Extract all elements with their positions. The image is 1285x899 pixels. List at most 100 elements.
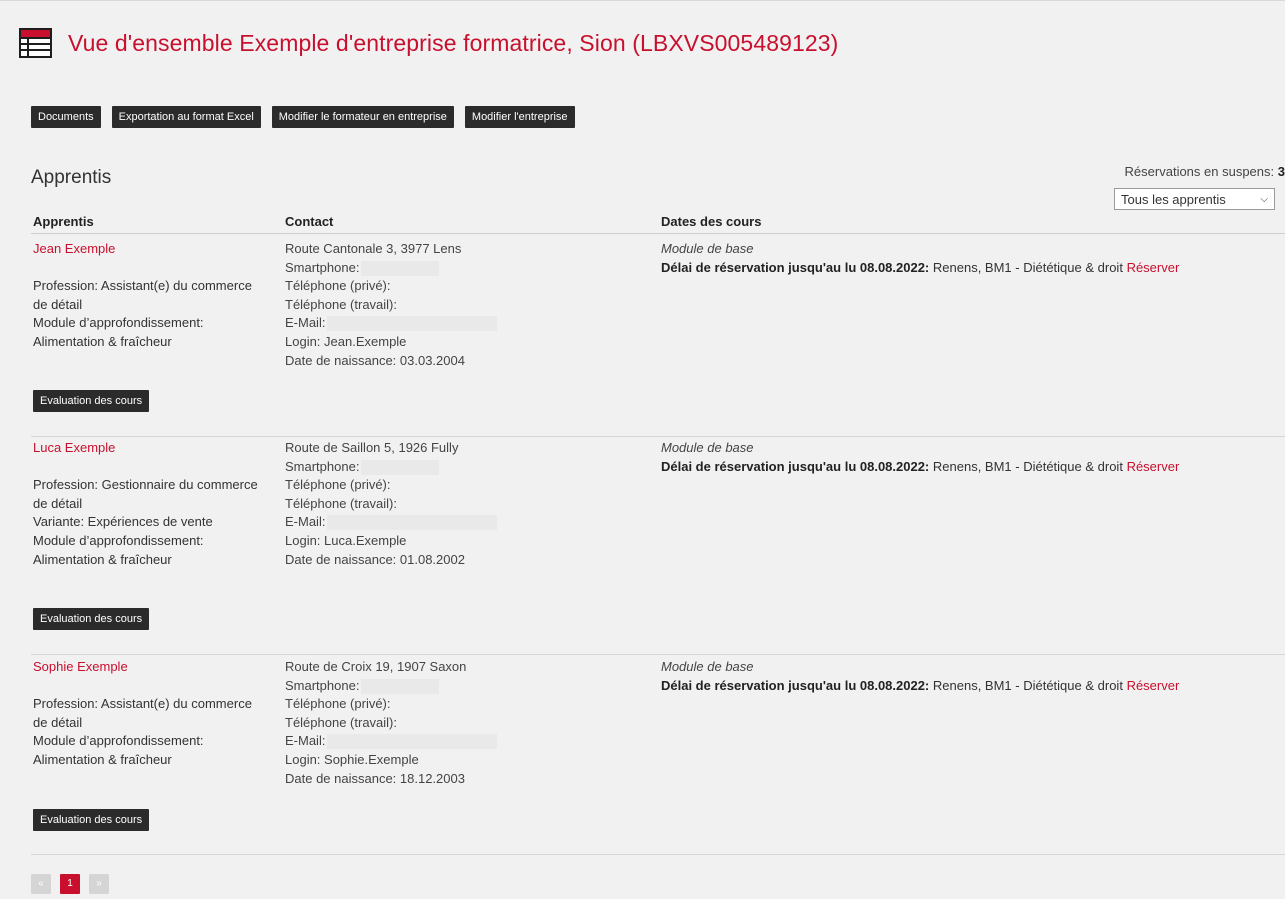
filter-value: Tous les apprentis [1121, 191, 1226, 207]
apprentice-name-link[interactable]: Jean Exemple [33, 240, 281, 259]
reserve-link[interactable]: Réserver [1127, 678, 1180, 693]
email-line: E-Mail: [285, 732, 655, 751]
course-deadline: Délai de réservation jusqu'au lu 08.08.2… [661, 259, 1281, 278]
redacted-value [361, 459, 440, 475]
login: Login: Sophie.Exemple [285, 751, 419, 767]
detail-line: de détail [33, 296, 83, 312]
reserve-link[interactable]: Réserver [1127, 260, 1180, 275]
column-header-contact: Contact [285, 214, 334, 229]
deadline-label: Délai de réservation jusqu'au lu 08.08.2… [661, 458, 930, 474]
chevron-down-icon: ⌵ [1260, 193, 1268, 205]
smartphone-line: Smartphone: [285, 677, 655, 696]
apprentice-name-link[interactable]: Sophie Exemple [33, 658, 281, 677]
smartphone-label: Smartphone: [285, 458, 360, 474]
detail-line: Module d’approfondissement: [33, 733, 204, 749]
detail-line: Variante: Expériences de vente [33, 514, 213, 530]
edit-trainer-button[interactable]: Modifier le formateur en entreprise [271, 106, 454, 128]
course-deadline: Délai de réservation jusqu'au lu 08.08.2… [661, 458, 1281, 477]
detail-line: de détail [33, 495, 83, 511]
detail-line: Module d’approfondissement: [33, 315, 204, 331]
column-header-course-dates: Dates des cours [661, 214, 762, 229]
redacted-value [327, 515, 498, 531]
smartphone-line: Smartphone: [285, 458, 655, 477]
table-row: Luca Exemple Profession: Gestionnaire du… [31, 439, 1285, 654]
toolbar: Documents Exportation au format Excel Mo… [31, 106, 586, 128]
detail-line: Profession: Assistant(e) du commerce [33, 278, 252, 294]
course-text: Renens, BM1 - Diététique & droit [932, 458, 1123, 474]
course-module: Module de base [661, 659, 754, 674]
phone-work: Téléphone (travail): [285, 714, 397, 730]
pagination: « 1 » [31, 874, 118, 894]
course-module: Module de base [661, 241, 754, 256]
detail-line: Profession: Assistant(e) du commerce [33, 696, 252, 712]
detail-line: de détail [33, 714, 83, 730]
phone-private: Téléphone (privé): [285, 477, 391, 493]
login: Login: Luca.Exemple [285, 532, 407, 548]
table-icon [19, 28, 52, 58]
apprentice-name-link[interactable]: Luca Exemple [33, 439, 281, 458]
pagination-prev-button[interactable]: « [31, 874, 51, 894]
column-header-apprentice: Apprentis [33, 214, 94, 229]
course-dates-cell: Module de base Délai de réservation jusq… [661, 240, 1281, 277]
contact-cell: Route de Croix 19, 1907 Saxon Smartphone… [285, 658, 655, 788]
edit-company-button[interactable]: Modifier l'entreprise [464, 106, 575, 128]
course-dates-cell: Module de base Délai de réservation jusq… [661, 439, 1281, 476]
pending-count: 3 [1277, 164, 1285, 179]
apprentice-filter-select[interactable]: Tous les apprentis ⌵ [1114, 188, 1275, 210]
birthdate: Date de naissance: 03.03.2004 [285, 352, 465, 368]
email-line: E-Mail: [285, 314, 655, 333]
course-deadline: Délai de réservation jusqu'au lu 08.08.2… [661, 677, 1281, 696]
redacted-value [361, 678, 440, 694]
redacted-value [327, 734, 498, 750]
course-evaluation-button[interactable]: Evaluation des cours [33, 390, 150, 412]
smartphone-line: Smartphone: [285, 259, 655, 278]
smartphone-label: Smartphone: [285, 677, 360, 693]
birthdate: Date de naissance: 01.08.2002 [285, 551, 465, 567]
documents-button[interactable]: Documents [31, 106, 101, 128]
pagination-page-1[interactable]: 1 [60, 874, 80, 894]
address: Route de Saillon 5, 1926 Fully [285, 440, 459, 455]
login: Login: Jean.Exemple [285, 333, 407, 349]
row-divider [31, 436, 1285, 437]
course-dates-cell: Module de base Délai de réservation jusq… [661, 658, 1281, 695]
email-label: E-Mail: [285, 315, 326, 331]
phone-work: Téléphone (travail): [285, 296, 397, 312]
phone-private: Téléphone (privé): [285, 696, 391, 712]
row-divider [31, 854, 1285, 855]
row-divider [31, 654, 1285, 655]
header-divider [31, 233, 1285, 234]
redacted-value [361, 260, 440, 276]
smartphone-label: Smartphone: [285, 259, 360, 275]
deadline-label: Délai de réservation jusqu'au lu 08.08.2… [661, 677, 930, 693]
contact-cell: Route de Saillon 5, 1926 Fully Smartphon… [285, 439, 655, 569]
detail-line: Alimentation & fraîcheur [33, 751, 172, 767]
apprentice-cell: Luca Exemple Profession: Gestionnaire du… [33, 439, 281, 569]
detail-line: Alimentation & fraîcheur [33, 551, 172, 567]
deadline-label: Délai de réservation jusqu'au lu 08.08.2… [661, 259, 930, 275]
export-excel-button[interactable]: Exportation au format Excel [111, 106, 261, 128]
course-module: Module de base [661, 440, 754, 455]
phone-private: Téléphone (privé): [285, 278, 391, 294]
course-evaluation-button[interactable]: Evaluation des cours [33, 809, 150, 831]
detail-line: Profession: Gestionnaire du commerce [33, 477, 258, 493]
birthdate: Date de naissance: 18.12.2003 [285, 770, 465, 786]
course-text: Renens, BM1 - Diététique & droit [932, 259, 1123, 275]
course-evaluation-button[interactable]: Evaluation des cours [33, 608, 150, 630]
address: Route Cantonale 3, 3977 Lens [285, 241, 462, 256]
redacted-value [327, 316, 498, 332]
apprentice-cell: Sophie Exemple Profession: Assistant(e) … [33, 658, 281, 770]
page-header: Vue d'ensemble Exemple d'entreprise form… [19, 26, 838, 60]
email-label: E-Mail: [285, 733, 326, 749]
page-title: Vue d'ensemble Exemple d'entreprise form… [68, 29, 839, 56]
course-text: Renens, BM1 - Diététique & droit [932, 677, 1123, 693]
top-border [0, 0, 1285, 1]
pagination-next-button[interactable]: » [89, 874, 109, 894]
address: Route de Croix 19, 1907 Saxon [285, 659, 467, 674]
email-line: E-Mail: [285, 513, 655, 532]
table-row: Sophie Exemple Profession: Assistant(e) … [31, 658, 1285, 854]
pending-reservations: Réservations en suspens: 3 [1125, 164, 1285, 179]
reserve-link[interactable]: Réserver [1127, 459, 1180, 474]
table-row: Jean Exemple Profession: Assistant(e) du… [31, 240, 1285, 436]
phone-work: Téléphone (travail): [285, 495, 397, 511]
detail-line: Alimentation & fraîcheur [33, 333, 172, 349]
